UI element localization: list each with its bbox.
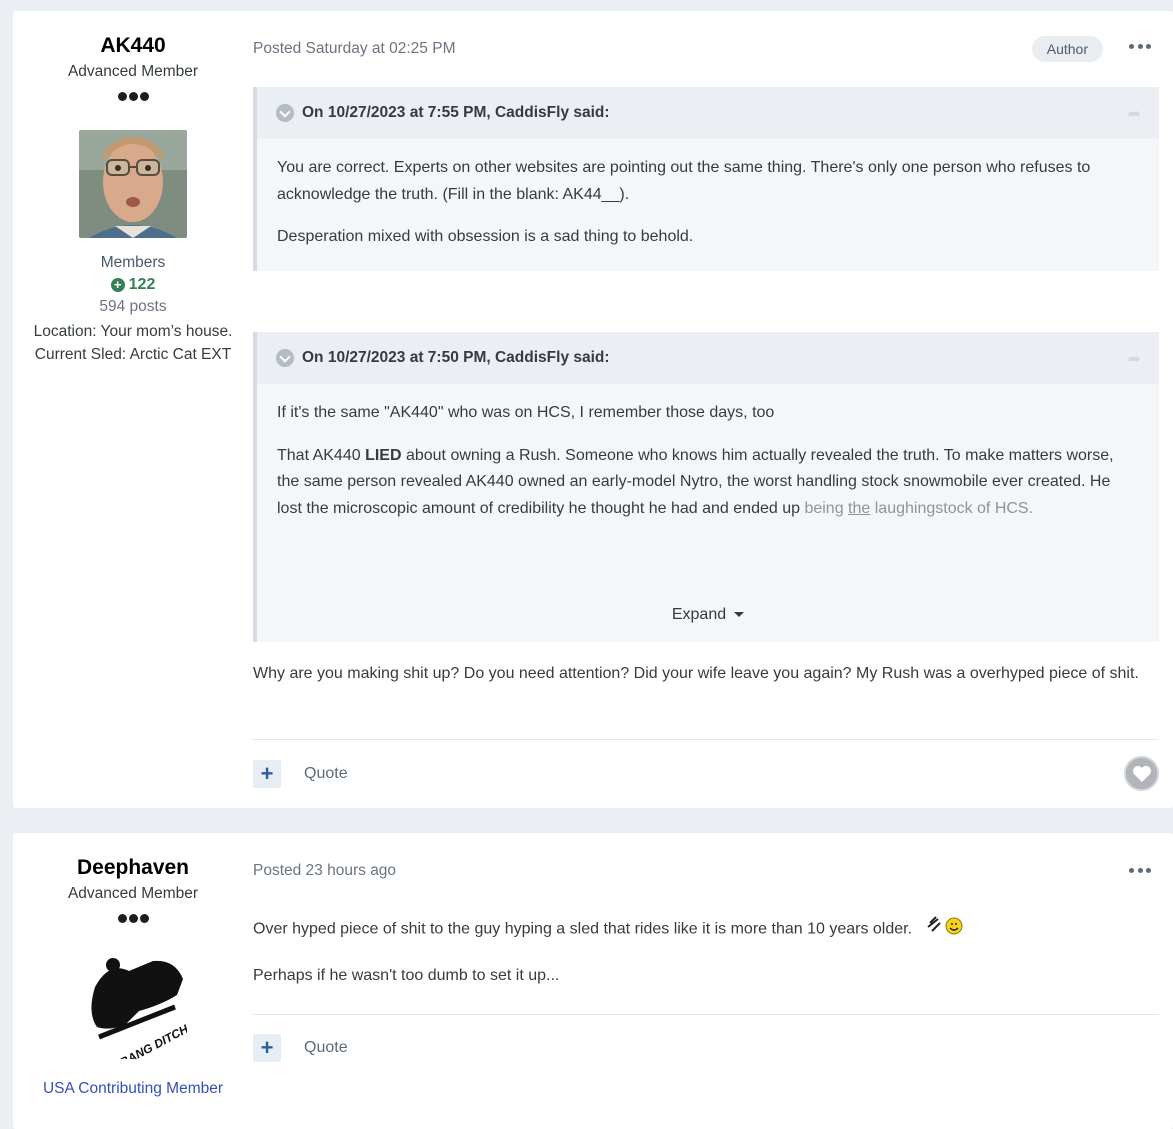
chevron-down-icon[interactable] <box>276 349 294 367</box>
post-timestamp[interactable]: Posted 23 hours ago <box>253 862 396 880</box>
member-title: Advanced Member <box>67 885 199 902</box>
post-menu-icon[interactable] <box>1129 40 1151 52</box>
location-field: Location: Your mom’s house. <box>33 323 233 340</box>
avatar[interactable] <box>79 130 187 238</box>
post-body: Why are you making shit up? Do you need … <box>253 665 1139 682</box>
rank-dots-icon <box>13 909 253 925</box>
share-icon[interactable]: ➦ <box>1128 104 1141 124</box>
expand-button[interactable]: Expand <box>257 606 1159 624</box>
share-icon[interactable]: ➦ <box>1128 349 1141 369</box>
text-run: being <box>804 499 849 517</box>
chevron-down-icon[interactable] <box>276 104 294 122</box>
post-count: 594 posts <box>99 298 167 315</box>
post-content: Posted 23 hours ago Over hyped piece of … <box>253 833 1159 1129</box>
post-ak440: AK440 Advanced Member Members +122 594 p… <box>13 11 1173 808</box>
post-deephaven: Deephaven Advanced Member I BANG DITCHES… <box>13 833 1173 1129</box>
quote-block-1: On 10/27/2023 at 7:55 PM, CaddisFly said… <box>253 87 1159 271</box>
post-content: Posted Saturday at 02:25 PM Author On 10… <box>253 11 1159 808</box>
quote-body: You are correct. Experts on other websit… <box>257 139 1159 251</box>
author-panel: AK440 Advanced Member Members +122 594 p… <box>13 11 253 366</box>
author-panel: Deephaven Advanced Member I BANG DITCHES… <box>13 833 253 1100</box>
reaction-heart-button[interactable] <box>1124 756 1159 791</box>
quote-button[interactable]: Quote <box>304 765 348 783</box>
avatar[interactable]: I BANG DITCHES! <box>79 951 187 1059</box>
heart-icon <box>1132 765 1151 782</box>
author-name[interactable]: Deephaven <box>13 856 253 880</box>
quote-block-2: On 10/27/2023 at 7:50 PM, CaddisFly said… <box>253 332 1159 642</box>
author-badge: Author <box>1031 36 1103 62</box>
quote-paragraph: That AK440 LIED about owning a Rush. Som… <box>277 443 1139 523</box>
quote-button[interactable]: Quote <box>304 1039 348 1057</box>
expand-label: Expand <box>671 606 727 623</box>
multiquote-plus-button[interactable]: + <box>253 760 281 788</box>
quote-citation[interactable]: On 10/27/2023 at 7:50 PM, CaddisFly said… <box>302 349 610 367</box>
bold-text: LIED <box>365 446 402 464</box>
text-run: laughingstock of HCS. <box>870 499 1034 517</box>
quote-header: On 10/27/2023 at 7:50 PM, CaddisFly said… <box>257 332 1159 384</box>
member-title: Advanced Member <box>67 63 199 80</box>
post-body-line: Perhaps if he wasn't too dumb to set it … <box>253 967 560 984</box>
divider <box>253 1014 1159 1015</box>
member-group: Members <box>100 254 166 271</box>
divider <box>253 739 1159 740</box>
post-menu-icon[interactable] <box>1129 864 1151 876</box>
member-group[interactable]: USA Contributing Member <box>13 1077 253 1100</box>
quote-citation[interactable]: On 10/27/2023 at 7:55 PM, CaddisFly said… <box>302 104 610 122</box>
rank-dots-icon <box>13 87 253 103</box>
author-name[interactable]: AK440 <box>13 34 253 58</box>
quote-paragraph: Desperation mixed with obsession is a sa… <box>277 228 694 245</box>
quote-header: On 10/27/2023 at 7:55 PM, CaddisFly said… <box>257 87 1159 139</box>
plus-circle-icon: + <box>110 278 125 292</box>
reputation-count: 122 <box>128 276 156 293</box>
caret-down-icon <box>734 612 745 618</box>
quote-paragraph: You are correct. Experts on other websit… <box>277 159 1091 203</box>
text-run: Over hyped piece of shit to the guy hypi… <box>253 920 913 938</box>
current-sled-field: Current Sled: Arctic Cat EXT <box>34 346 232 363</box>
faded-text: being the laughingstock of HCS. <box>804 500 1033 517</box>
underlined-text: the <box>848 499 871 517</box>
running-emoticon-icon <box>926 913 964 946</box>
reputation-badge: +122 <box>13 276 253 294</box>
post-timestamp[interactable]: Posted Saturday at 02:25 PM <box>253 40 455 58</box>
text-run: That AK440 <box>277 446 366 464</box>
quote-body: If it's the same "AK440" who was on HCS,… <box>257 384 1159 522</box>
quote-paragraph: If it's the same "AK440" who was on HCS,… <box>277 404 775 421</box>
multiquote-plus-button[interactable]: + <box>253 1034 281 1062</box>
post-body-line: Over hyped piece of shit to the guy hypi… <box>253 913 1159 946</box>
